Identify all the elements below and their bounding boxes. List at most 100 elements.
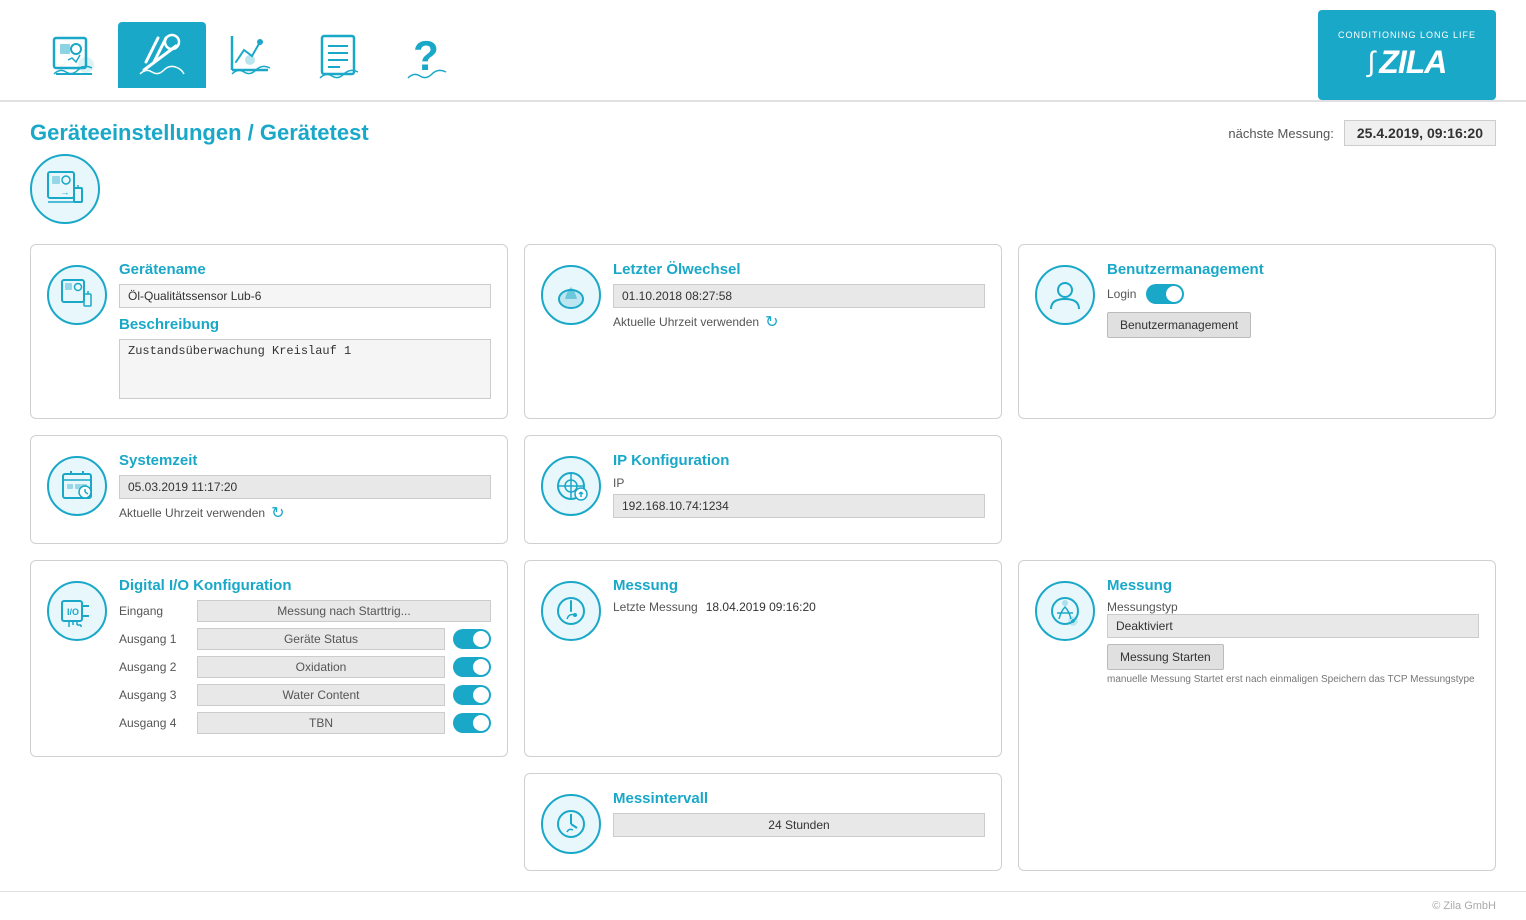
io-ausgang4-label: Ausgang 4 [119, 716, 189, 730]
device-icon: → [48, 30, 100, 82]
interval-value[interactable]: 24 Stunden [613, 813, 985, 837]
logo-tagline: CONDITIONING LONG LIFE [1338, 30, 1476, 40]
header: → [0, 0, 1526, 102]
systemzeit-svg-icon [59, 468, 95, 504]
svg-text:I/O: I/O [67, 607, 79, 617]
io-ausgang3-value[interactable]: Water Content [197, 684, 445, 706]
ip-value[interactable]: 192.168.10.74:1234 [613, 494, 985, 518]
card-interval-icon [541, 794, 601, 854]
card-ip-icon-area [541, 452, 601, 527]
messung-letzte-value: 18.04.2019 09:16:20 [706, 600, 816, 614]
systemzeit-datetime[interactable]: 05.03.2019 11:17:20 [119, 475, 491, 499]
device-main-icon: → [44, 168, 86, 210]
card-interval-icon-area [541, 790, 601, 854]
card-messung-title: Messung [613, 577, 985, 594]
card-systemzeit-title: Systemzeit [119, 452, 491, 469]
beschreibung-textarea[interactable]: Zustandsüberwachung Kreislauf 1 [119, 339, 491, 399]
logo-name: ZILA [1379, 44, 1446, 81]
io-ausgang1-value[interactable]: Geräte Status [197, 628, 445, 650]
card-geraet-body: Gerätename Öl-Qualitätssensor Lub-6 Besc… [119, 261, 491, 402]
card-geraetename: Gerätename Öl-Qualitätssensor Lub-6 Besc… [30, 244, 508, 419]
card-systemzeit: Systemzeit 05.03.2019 11:17:20 Aktuelle … [30, 435, 508, 544]
nav-item-device[interactable]: → [30, 22, 118, 88]
card-oel-title: Letzter Ölwechsel [613, 261, 985, 278]
messung-starten-button[interactable]: Messung Starten [1107, 644, 1224, 670]
nav-item-help[interactable]: ? [382, 22, 470, 88]
card-systemzeit-body: Systemzeit 05.03.2019 11:17:20 Aktuelle … [119, 452, 491, 527]
messung-letzte-label: Letzte Messung [613, 600, 698, 614]
systemzeit-refresh-icon[interactable]: ↻ [271, 503, 284, 523]
page-header: Geräteeinstellungen / Gerätetest nächste… [0, 102, 1526, 154]
card-benutzer-icon-area [1035, 261, 1095, 402]
main-content: Gerätename Öl-Qualitätssensor Lub-6 Besc… [0, 234, 1526, 891]
footer: © Zila GmbH [0, 891, 1526, 920]
nav-bar: → [30, 22, 470, 88]
card-benutzer-title: Benutzermanagement [1107, 261, 1479, 278]
oel-refresh-label: Aktuelle Uhrzeit verwenden [613, 315, 759, 329]
nav-item-chart[interactable] [206, 22, 294, 88]
device-icon-circle[interactable]: → [30, 154, 100, 224]
card-beschreibung-title: Beschreibung [119, 316, 491, 333]
messung-svg-icon [553, 593, 589, 629]
page-title: Geräteeinstellungen / Gerätetest [30, 120, 369, 146]
messungstyp-value[interactable]: Deaktiviert [1107, 614, 1479, 638]
io-ausgang4-value[interactable]: TBN [197, 712, 445, 734]
tools-icon [136, 30, 188, 82]
io-ausgang3-toggle[interactable] [453, 685, 491, 705]
card-interval-body: Messintervall 24 Stunden [613, 790, 985, 854]
systemzeit-refresh-row: Aktuelle Uhrzeit verwenden ↻ [119, 503, 491, 523]
card-messintervall: Messintervall 24 Stunden [524, 773, 1002, 871]
geraetename-value[interactable]: Öl-Qualitätssensor Lub-6 [119, 284, 491, 308]
io-ausgang3-label: Ausgang 3 [119, 688, 189, 702]
login-label: Login [1107, 287, 1136, 301]
logo-box: CONDITIONING LONG LIFE ∫ ZILA [1318, 10, 1496, 100]
card-systemzeit-icon [47, 456, 107, 516]
card-messung: Messung Letzte Messung 18.04.2019 09:16:… [524, 560, 1002, 757]
card-messung2: Messung Messungstyp Deaktiviert Messung … [1018, 560, 1496, 871]
card-io-icon: I/O [47, 581, 107, 641]
card-io-body: Digital I/O Konfiguration Eingang Messun… [119, 577, 491, 740]
cards-grid: Gerätename Öl-Qualitätssensor Lub-6 Besc… [30, 244, 1496, 871]
io-ausgang4-row: Ausgang 4 TBN [119, 712, 491, 734]
chart-icon [224, 30, 276, 82]
io-ausgang2-toggle[interactable] [453, 657, 491, 677]
oel-datetime[interactable]: 01.10.2018 08:27:58 [613, 284, 985, 308]
io-ausgang3-row: Ausgang 3 Water Content [119, 684, 491, 706]
card-geraet-icon [47, 265, 107, 325]
card-io-title: Digital I/O Konfiguration [119, 577, 491, 594]
oel-refresh-icon[interactable]: ↻ [765, 312, 778, 332]
device-icon-area: → [0, 154, 1526, 234]
benutzermanagement-button[interactable]: Benutzermanagement [1107, 312, 1251, 338]
geraet-svg-icon [59, 277, 95, 313]
messung2-svg-icon [1047, 593, 1083, 629]
io-svg-icon: I/O [59, 593, 95, 629]
io-eingang-value[interactable]: Messung nach Starttrig... [197, 600, 491, 622]
card-ip: IP Konfiguration IP 192.168.10.74:1234 [524, 435, 1002, 544]
svg-text:→: → [79, 60, 89, 71]
card-messung-body: Messung Letzte Messung 18.04.2019 09:16:… [613, 577, 985, 740]
oel-refresh-row: Aktuelle Uhrzeit verwenden ↻ [613, 312, 985, 332]
next-measurement-area: nächste Messung: 25.4.2019, 09:16:20 [1228, 120, 1496, 146]
card-ip-title: IP Konfiguration [613, 452, 985, 469]
card-oel-body: Letzter Ölwechsel 01.10.2018 08:27:58 Ak… [613, 261, 985, 402]
ip-label: IP [613, 476, 624, 490]
card-messung2-icon [1035, 581, 1095, 641]
io-ausgang1-row: Ausgang 1 Geräte Status [119, 628, 491, 650]
card-messung2-body: Messung Messungstyp Deaktiviert Messung … [1107, 577, 1479, 854]
list-icon [312, 30, 364, 82]
next-measurement-value: 25.4.2019, 09:16:20 [1344, 120, 1496, 146]
io-eingang-row: Eingang Messung nach Starttrig... [119, 600, 491, 622]
io-eingang-label: Eingang [119, 604, 189, 618]
card-oel-icon [541, 265, 601, 325]
messung-letzte-row: Letzte Messung 18.04.2019 09:16:20 [613, 600, 985, 614]
messung-note: manuelle Messung Startet erst nach einma… [1107, 674, 1479, 685]
login-toggle[interactable] [1146, 284, 1184, 304]
nav-item-list[interactable] [294, 22, 382, 88]
ip-svg-icon [553, 468, 589, 504]
card-oelwechsel: Letzter Ölwechsel 01.10.2018 08:27:58 Ak… [524, 244, 1002, 419]
benutzer-svg-icon [1047, 277, 1083, 313]
io-ausgang2-value[interactable]: Oxidation [197, 656, 445, 678]
io-ausgang4-toggle[interactable] [453, 713, 491, 733]
io-ausgang1-toggle[interactable] [453, 629, 491, 649]
nav-item-tools[interactable] [118, 22, 206, 88]
